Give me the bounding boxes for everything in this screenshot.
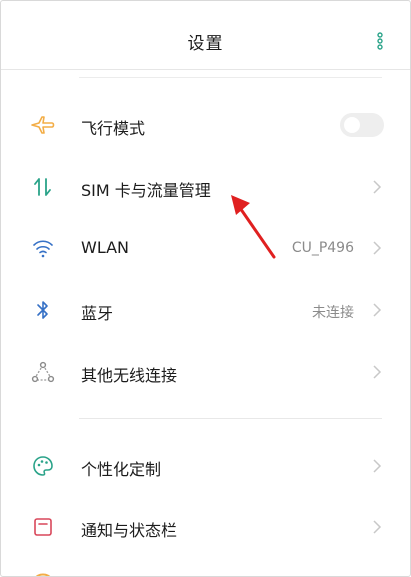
settings-row-label: SIM 卡与流量管理 [81, 181, 211, 200]
chevron-right-icon [373, 241, 382, 255]
settings-row-label: 个性化定制 [81, 460, 162, 479]
divider [79, 77, 382, 78]
settings-row-personalization[interactable]: 个性化定制 [1, 443, 410, 489]
settings-row-bluetooth[interactable]: 蓝牙 未连接 [1, 287, 410, 333]
settings-row-other-wireless[interactable]: 其他无线连接 [1, 349, 410, 395]
settings-row-label: 通知与状态栏 [81, 521, 178, 540]
settings-row-sim-data[interactable]: SIM 卡与流量管理 [1, 164, 410, 210]
sim-data-icon [29, 173, 57, 201]
airplane-icon [29, 111, 57, 139]
wlan-status-value: CU_P496 [291, 240, 354, 256]
settings-row-partial [35, 573, 51, 576]
annotation-arrow [231, 195, 276, 259]
title-bar: 设置 [1, 1, 410, 70]
settings-row-wlan[interactable]: WLAN CU_P496 [1, 225, 410, 271]
chevron-right-icon [373, 459, 382, 473]
settings-row-label: 其他无线连接 [81, 366, 178, 385]
settings-screen: 设置 飞行模式 SIM 卡与流量管理 WLAN CU_P496 蓝牙 未连接 其… [0, 0, 411, 577]
chevron-right-icon [373, 365, 382, 379]
bluetooth-icon [29, 296, 57, 324]
airplane-mode-toggle[interactable] [340, 113, 384, 137]
chevron-right-icon [373, 520, 382, 534]
settings-row-notifications[interactable]: 通知与状态栏 [1, 504, 410, 550]
notification-icon [29, 513, 57, 541]
toggle-knob [344, 117, 360, 133]
more-vertical-icon[interactable] [375, 31, 385, 51]
divider [79, 418, 382, 419]
chevron-right-icon [373, 303, 382, 317]
wireless-connection-icon [29, 358, 57, 386]
settings-row-label: 蓝牙 [81, 304, 114, 323]
settings-row-airplane-mode[interactable]: 飞行模式 [1, 102, 410, 148]
wifi-icon [29, 234, 57, 262]
settings-row-label: WLAN [81, 238, 130, 257]
chevron-right-icon [373, 180, 382, 194]
palette-icon [29, 452, 57, 480]
settings-row-label: 飞行模式 [81, 119, 146, 138]
bluetooth-status-value: 未连接 [312, 305, 354, 321]
page-title: 设置 [187, 34, 224, 54]
